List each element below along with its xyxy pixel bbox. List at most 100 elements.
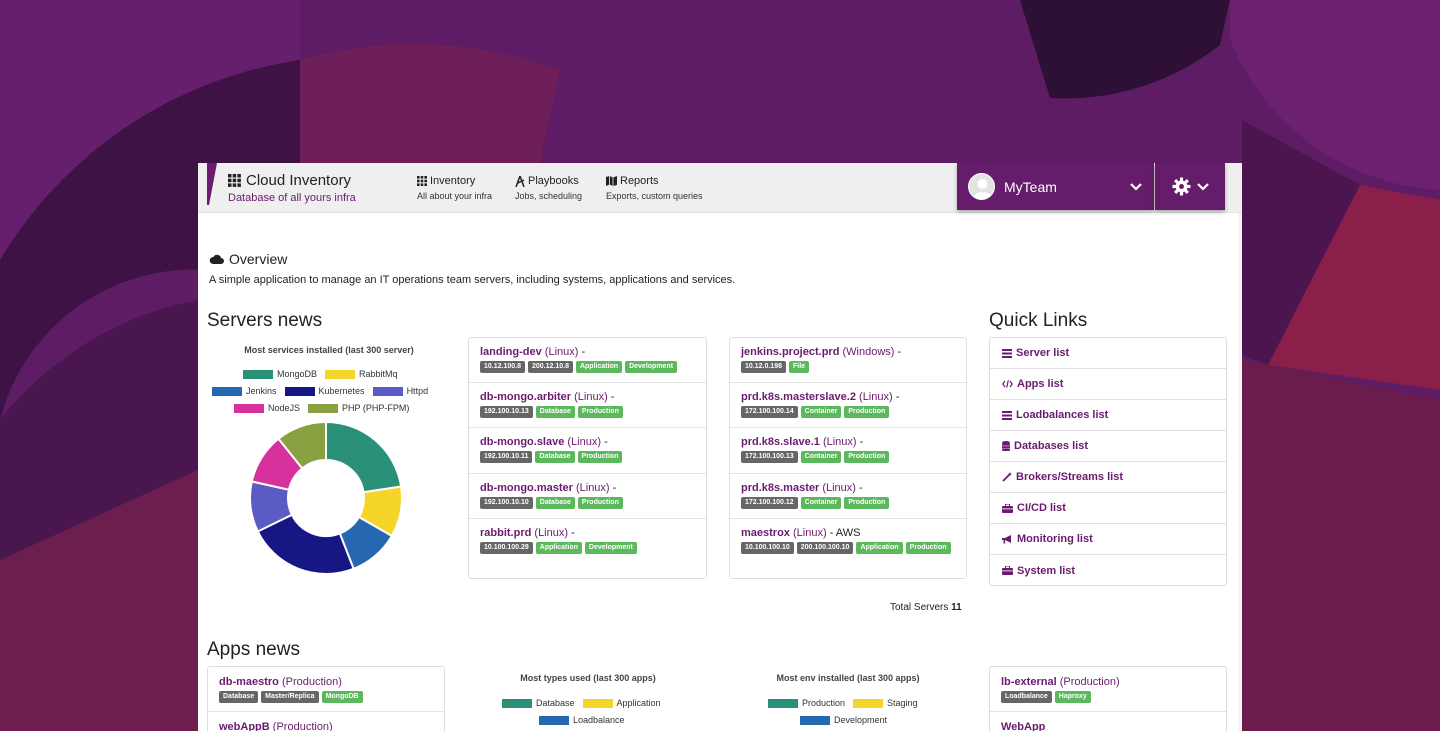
quick-link-brokers-streams-list[interactable]: Brokers/Streams list bbox=[990, 462, 1226, 493]
server-row[interactable]: db-mongo.master (Linux) - 192.100.10.10 Da… bbox=[469, 474, 706, 519]
server-tag: 172.100.100.12 bbox=[741, 496, 798, 509]
quick-link-label: Apps list bbox=[1017, 378, 1064, 390]
server-row[interactable]: prd.k8s.master (Linux) - 172.100.100.12 Co… bbox=[730, 474, 966, 519]
wand-icon bbox=[1002, 472, 1012, 482]
servers-list-col2: jenkins.project.prd (Windows) - 10.12.0.1… bbox=[729, 337, 967, 579]
quick-link-server-list[interactable]: Server list bbox=[990, 338, 1226, 369]
legend-label: Application bbox=[616, 698, 661, 708]
quick-link-databases-list[interactable]: Databases list bbox=[990, 431, 1226, 462]
legend-item[interactable]: Production bbox=[768, 698, 846, 709]
server-tag: 10.12.100.8 bbox=[480, 361, 525, 373]
app-name-line: webAppB (Production) bbox=[219, 721, 424, 731]
server-name[interactable]: maestrox bbox=[741, 527, 790, 539]
legend-item[interactable]: Database bbox=[502, 698, 575, 709]
legend-row: Loadbalance bbox=[539, 715, 625, 726]
quick-link-ci-cd-list[interactable]: CI/CD list bbox=[990, 493, 1226, 524]
server-name[interactable]: prd.k8s.slave.1 bbox=[741, 436, 820, 448]
server-row[interactable]: db-mongo.arbiter (Linux) - 192.100.10.13 D… bbox=[469, 383, 706, 429]
app-name-line: db-maestro (Production) bbox=[219, 676, 424, 688]
app-tag: MongoDB bbox=[321, 691, 363, 703]
quick-link-monitoring-list[interactable]: Monitoring list bbox=[990, 524, 1226, 555]
server-name[interactable]: db-mongo.master bbox=[480, 482, 573, 494]
server-name[interactable]: db-mongo.arbiter bbox=[480, 391, 571, 403]
app-tag: Database bbox=[219, 691, 259, 703]
legend-label: Production bbox=[802, 698, 846, 708]
legend-label: Development bbox=[834, 715, 888, 725]
quick-link-loadbalances-list[interactable]: Loadbalances list bbox=[990, 400, 1226, 431]
legend-item[interactable]: RabbitMq bbox=[325, 369, 398, 380]
server-name[interactable]: prd.k8s.master bbox=[741, 482, 819, 494]
app-name[interactable]: WebApp bbox=[1001, 721, 1045, 731]
legend-item[interactable]: Application bbox=[582, 698, 661, 709]
settings-menu[interactable] bbox=[1155, 163, 1225, 210]
server-row[interactable]: prd.k8s.slave.1 (Linux) - 172.100.100.13 C… bbox=[730, 428, 966, 474]
server-suffix: - bbox=[855, 481, 863, 494]
server-name-line: prd.k8s.masterslave.2 (Linux) - bbox=[741, 391, 955, 403]
list-icon bbox=[1002, 410, 1012, 420]
app-env: (Production) bbox=[272, 721, 333, 731]
server-tag: Database bbox=[535, 451, 575, 464]
legend-label: Jenkins bbox=[246, 386, 277, 396]
server-tags: 172.100.100.13 Container Production bbox=[741, 451, 955, 464]
nav-playbooks[interactable]: Playbooks Jobs, scheduling bbox=[515, 175, 582, 201]
app-tag: Haproxy bbox=[1054, 691, 1091, 703]
database-icon bbox=[1002, 441, 1010, 451]
server-tag: Application bbox=[575, 361, 623, 373]
server-row[interactable]: rabbit.prd (Linux) - 10.100.100.29 Applica… bbox=[469, 519, 706, 564]
app-name[interactable]: lb-external bbox=[1001, 676, 1057, 688]
services-chart-title: Most services installed (last 300 server… bbox=[244, 345, 414, 355]
legend-label: Staging bbox=[887, 698, 918, 708]
server-tag: 10.12.0.198 bbox=[741, 361, 786, 373]
legend-item[interactable]: Jenkins bbox=[212, 386, 277, 397]
server-name[interactable]: landing-dev bbox=[480, 346, 542, 358]
app-name[interactable]: db-maestro bbox=[219, 676, 279, 688]
legend-item[interactable]: Development bbox=[800, 715, 888, 726]
server-tag: Database bbox=[535, 496, 575, 509]
cloud-icon bbox=[209, 254, 224, 264]
server-name[interactable]: prd.k8s.masterslave.2 bbox=[741, 391, 856, 403]
legend-item[interactable]: MongoDB bbox=[243, 369, 317, 380]
server-tag: Container bbox=[800, 496, 842, 509]
app-row[interactable]: WebApp bbox=[990, 712, 1226, 731]
legend-swatch bbox=[768, 699, 798, 709]
scrollbar[interactable] bbox=[1238, 213, 1242, 731]
server-tag: Database bbox=[535, 406, 575, 419]
server-row[interactable]: maestrox (Linux) - AWS 10.100.100.10 200.1… bbox=[730, 519, 966, 564]
server-row[interactable]: jenkins.project.prd (Windows) - 10.12.0.1… bbox=[730, 338, 966, 384]
brand[interactable]: Cloud Inventory Database of all yours in… bbox=[228, 172, 356, 204]
legend-label: Database bbox=[536, 698, 575, 708]
legend-item[interactable]: Staging bbox=[853, 698, 918, 709]
server-row[interactable]: db-mongo.slave (Linux) - 192.100.10.11 Dat… bbox=[469, 428, 706, 474]
server-tags: 10.100.100.10 200.100.100.10 Application Pr… bbox=[741, 541, 955, 554]
quick-link-apps-list[interactable]: Apps list bbox=[990, 369, 1226, 400]
nav-inventory[interactable]: Inventory All about your infra bbox=[417, 175, 492, 201]
server-name-line: prd.k8s.slave.1 (Linux) - bbox=[741, 436, 955, 448]
team-selector[interactable]: MyTeam bbox=[957, 163, 1154, 210]
server-suffix: - bbox=[578, 346, 586, 358]
list-icon bbox=[1002, 348, 1012, 358]
server-row[interactable]: prd.k8s.masterslave.2 (Linux) - 172.100.1… bbox=[730, 383, 966, 429]
overview-title: Overview bbox=[209, 251, 287, 267]
server-row[interactable]: landing-dev (Linux) - 10.12.100.8 200.12.1… bbox=[469, 338, 706, 384]
quick-link-label: Brokers/Streams list bbox=[1016, 471, 1123, 483]
server-name[interactable]: db-mongo.slave bbox=[480, 436, 564, 448]
server-name[interactable]: jenkins.project.prd bbox=[741, 346, 839, 358]
nav-reports[interactable]: Reports Exports, custom queries bbox=[606, 175, 703, 201]
app-row[interactable]: db-maestro (Production) Database Master/Re… bbox=[208, 667, 444, 712]
total-servers: Total Servers 11 bbox=[890, 602, 962, 613]
legend-label: RabbitMq bbox=[359, 369, 398, 379]
legend-item[interactable]: Kubernetes bbox=[284, 386, 365, 397]
apps-list-left: db-maestro (Production) Database Master/Re… bbox=[207, 666, 445, 731]
nav-playbooks-label: Playbooks bbox=[528, 175, 579, 187]
app-row[interactable]: lb-external (Production) Loadbalance Hapro… bbox=[990, 667, 1226, 712]
legend-item[interactable]: Loadbalance bbox=[539, 715, 625, 726]
donut-slice-mongodb[interactable] bbox=[325, 420, 403, 494]
quick-link-system-list[interactable]: System list bbox=[990, 555, 1226, 586]
app-row[interactable]: webAppB (Production) bbox=[208, 712, 444, 731]
legend-swatch bbox=[853, 699, 884, 709]
server-tag: 192.100.10.13 bbox=[480, 406, 533, 419]
legend-item[interactable]: Httpd bbox=[372, 386, 428, 397]
server-name[interactable]: rabbit.prd bbox=[480, 527, 531, 539]
total-servers-label: Total Servers bbox=[890, 602, 949, 613]
app-name[interactable]: webAppB bbox=[219, 721, 270, 731]
